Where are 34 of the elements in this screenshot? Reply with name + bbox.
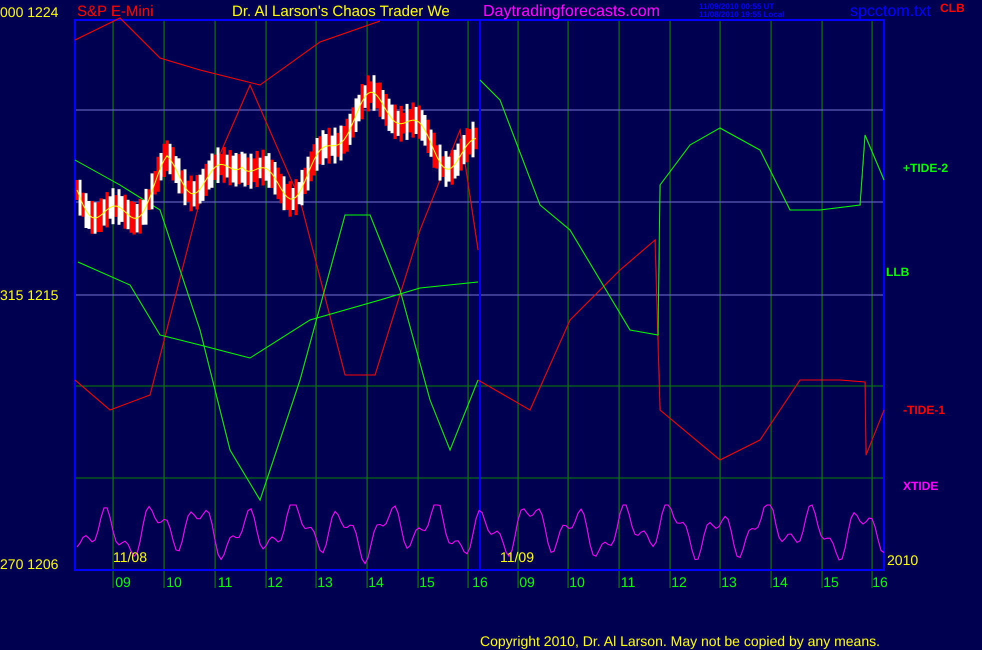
date-label: 11/08: [113, 549, 147, 565]
hour-label: 16: [472, 574, 488, 590]
timestamp: 11/09/2010 00:55 UT: [699, 2, 774, 11]
hour-label: 12: [267, 574, 283, 590]
site-name: Daytradingforecasts.com: [483, 3, 660, 20]
axis-label: 000 1224: [0, 4, 58, 20]
series-label: LLB: [886, 265, 910, 279]
file-name: spcctom.txt: [850, 3, 931, 20]
hour-label: 13: [721, 574, 737, 590]
series-label: XTIDE: [903, 479, 938, 493]
hour-label: 10: [166, 574, 182, 590]
date-label: 11/09: [500, 549, 534, 565]
axis-label: 315 1215: [0, 287, 58, 303]
hour-label: 13: [317, 574, 333, 590]
hour-label: 14: [772, 574, 788, 590]
series-label: CLB: [940, 1, 965, 15]
site-title: Dr. Al Larson's Chaos Trader We: [232, 3, 450, 20]
hour-label: 15: [823, 574, 839, 590]
axis-label: 270 1206: [0, 556, 58, 572]
year-label: 2010: [887, 552, 918, 568]
hour-label: 15: [419, 574, 435, 590]
hour-label: 11: [218, 574, 232, 590]
hour-label: 16: [872, 574, 888, 590]
hour-label: 10: [569, 574, 585, 590]
series-label: -TIDE-1: [903, 403, 945, 417]
series-label: +TIDE-2: [903, 161, 948, 175]
timestamp: 11/08/2010 19:55 Local: [699, 10, 784, 19]
hour-label: 09: [519, 574, 535, 590]
hour-label: 12: [671, 574, 687, 590]
symbol-label: S&P E-Mini: [77, 3, 154, 20]
copyright-notice: Copyright 2010, Dr. Al Larson. May not be copied by any means.: [480, 633, 880, 649]
hour-label: 14: [368, 574, 384, 590]
hour-label: 11: [620, 574, 636, 590]
hour-label: 09: [115, 574, 131, 590]
